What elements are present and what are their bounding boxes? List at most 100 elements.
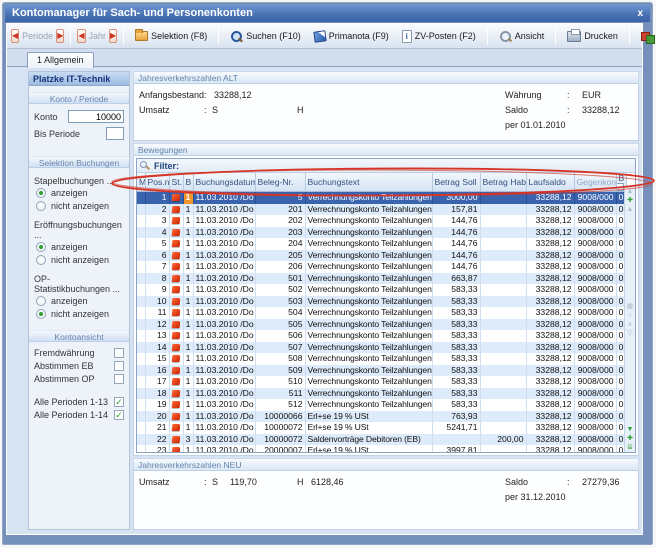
checkbox-abstimmen-op[interactable]: Abstimmen OP <box>29 372 129 385</box>
b-cell[interactable]: 1 <box>183 192 193 204</box>
gegenkonto-cell[interactable]: 9008/000 <box>574 353 616 365</box>
laufsaldo-cell[interactable]: 33288,12 <box>526 238 574 250</box>
radio-eroeffnung-nicht-anzeigen[interactable]: nicht anzeigen <box>29 253 129 266</box>
jahr-next-button[interactable]: ▶ <box>109 29 117 43</box>
m-cell[interactable] <box>137 215 145 227</box>
text-cell[interactable]: Verrechnungskonto Teilzahlungen <box>305 296 432 308</box>
pos-cell[interactable]: 20 <box>145 411 169 423</box>
haben-cell[interactable] <box>480 365 526 377</box>
beleg-cell[interactable]: 501 <box>255 273 305 285</box>
m-cell[interactable] <box>137 296 145 308</box>
status-cell[interactable] <box>169 342 183 354</box>
m-cell[interactable] <box>137 330 145 342</box>
status-cell[interactable] <box>169 227 183 239</box>
b-cell[interactable]: 1 <box>183 330 193 342</box>
text-cell[interactable]: Verrechnungskonto Teilzahlungen <box>305 273 432 285</box>
periode-next-button[interactable]: ▶ <box>56 29 64 43</box>
status-cell[interactable] <box>169 319 183 331</box>
status-cell[interactable] <box>169 192 183 204</box>
pos-cell[interactable]: 7 <box>145 261 169 273</box>
laufsaldo-cell[interactable]: 33288,12 <box>526 411 574 423</box>
b-cell[interactable]: 1 <box>183 388 193 400</box>
b-cell[interactable]: 1 <box>183 376 193 388</box>
table-row[interactable]: 19111.03.2010 /Do512Verrechnungskonto Te… <box>137 399 626 411</box>
haben-cell[interactable] <box>480 422 526 434</box>
beleg-cell[interactable]: 503 <box>255 296 305 308</box>
radio-op-nicht-anzeigen[interactable]: nicht anzeigen <box>29 307 129 320</box>
datum-cell[interactable]: 11.03.2010 /Do <box>193 238 255 250</box>
datum-cell[interactable]: 11.03.2010 /Do <box>193 376 255 388</box>
laufsaldo-cell[interactable]: 33288,12 <box>526 296 574 308</box>
checkbox-icon[interactable] <box>114 374 124 384</box>
gegenkonto-cell[interactable]: 9008/000 <box>574 399 616 411</box>
tab-allgemein[interactable]: 1 Allgemein <box>27 52 94 68</box>
m-cell[interactable] <box>137 342 145 354</box>
selektion-button[interactable]: Selektion (F8) <box>130 28 212 44</box>
col-header-buchungsdatum[interactable]: Buchungsdatum <box>193 173 255 192</box>
status-cell[interactable] <box>169 353 183 365</box>
radio-icon[interactable] <box>36 309 46 319</box>
text-cell[interactable]: Verrechnungskonto Teilzahlungen <box>305 227 432 239</box>
m-cell[interactable] <box>137 353 145 365</box>
radio-eroeffnung-anzeigen[interactable]: anzeigen <box>29 240 129 253</box>
beleg-cell[interactable]: 508 <box>255 353 305 365</box>
beleg-cell[interactable]: 10000072 <box>255 422 305 434</box>
datum-cell[interactable]: 11.03.2010 /Do <box>193 399 255 411</box>
pos-cell[interactable]: 1 <box>145 192 169 204</box>
primanota-button[interactable]: Primanota (F9) <box>309 28 394 45</box>
haben-cell[interactable] <box>480 307 526 319</box>
m-cell[interactable] <box>137 365 145 377</box>
status-cell[interactable] <box>169 434 183 446</box>
laufsaldo-cell[interactable]: 33288,12 <box>526 342 574 354</box>
haben-cell[interactable] <box>480 284 526 296</box>
status-cell[interactable] <box>169 365 183 377</box>
haben-cell[interactable] <box>480 319 526 331</box>
col-header-beleg-nr[interactable]: Beleg-Nr. <box>255 173 305 192</box>
b-cell[interactable]: 1 <box>183 273 193 285</box>
gegenkonto-cell[interactable]: 9008/000 <box>574 307 616 319</box>
drucken-button[interactable]: Drucken <box>562 28 623 45</box>
col-header-st[interactable]: St. <box>169 173 183 192</box>
haben-cell[interactable] <box>480 330 526 342</box>
soll-cell[interactable]: 144,76 <box>432 215 480 227</box>
status-cell[interactable] <box>169 204 183 216</box>
m-cell[interactable] <box>137 284 145 296</box>
status-cell[interactable] <box>169 376 183 388</box>
haben-cell[interactable] <box>480 273 526 285</box>
extras-button[interactable]: Extras <box>636 27 656 45</box>
radio-icon[interactable] <box>36 255 46 265</box>
laufsaldo-cell[interactable]: 33288,12 <box>526 376 574 388</box>
checkbox-alle-perioden-13[interactable]: Alle Perioden 1-13 <box>29 395 129 408</box>
soll-cell[interactable]: 583,33 <box>432 376 480 388</box>
laufsaldo-cell[interactable]: 33288,12 <box>526 434 574 446</box>
status-cell[interactable] <box>169 388 183 400</box>
beleg-cell[interactable]: 5 <box>255 192 305 204</box>
datum-cell[interactable]: 11.03.2010 /Do <box>193 411 255 423</box>
soll-cell[interactable]: 3000,00 <box>432 192 480 204</box>
b-cell[interactable]: 1 <box>183 215 193 227</box>
beleg-cell[interactable]: 512 <box>255 399 305 411</box>
m-cell[interactable] <box>137 319 145 331</box>
laufsaldo-cell[interactable]: 33288,12 <box>526 250 574 262</box>
beleg-cell[interactable]: 506 <box>255 330 305 342</box>
haben-cell[interactable] <box>480 342 526 354</box>
datum-cell[interactable]: 11.03.2010 /Do <box>193 296 255 308</box>
pos-cell[interactable]: 18 <box>145 388 169 400</box>
scroll-down-icon[interactable]: ▼ <box>627 425 634 434</box>
soll-cell[interactable]: 583,33 <box>432 342 480 354</box>
haben-cell[interactable]: 200,00 <box>480 434 526 446</box>
laufsaldo-cell[interactable]: 33288,12 <box>526 353 574 365</box>
table-row[interactable]: 5111.03.2010 /Do204Verrechnungskonto Tei… <box>137 238 626 250</box>
pos-cell[interactable]: 12 <box>145 319 169 331</box>
b-cell[interactable]: 1 <box>183 445 193 453</box>
table-row[interactable]: 13111.03.2010 /Do506Verrechnungskonto Te… <box>137 330 626 342</box>
haben-cell[interactable] <box>480 399 526 411</box>
soll-cell[interactable]: 583,33 <box>432 399 480 411</box>
radio-icon[interactable] <box>36 188 46 198</box>
laufsaldo-cell[interactable]: 33288,12 <box>526 445 574 453</box>
laufsaldo-cell[interactable]: 33288,12 <box>526 192 574 204</box>
row-insert-icon[interactable]: ✚ <box>627 196 633 205</box>
page-up-icon[interactable]: ▲ <box>627 205 634 214</box>
datum-cell[interactable]: 11.03.2010 /Do <box>193 434 255 446</box>
radio-op-anzeigen[interactable]: anzeigen <box>29 294 129 307</box>
